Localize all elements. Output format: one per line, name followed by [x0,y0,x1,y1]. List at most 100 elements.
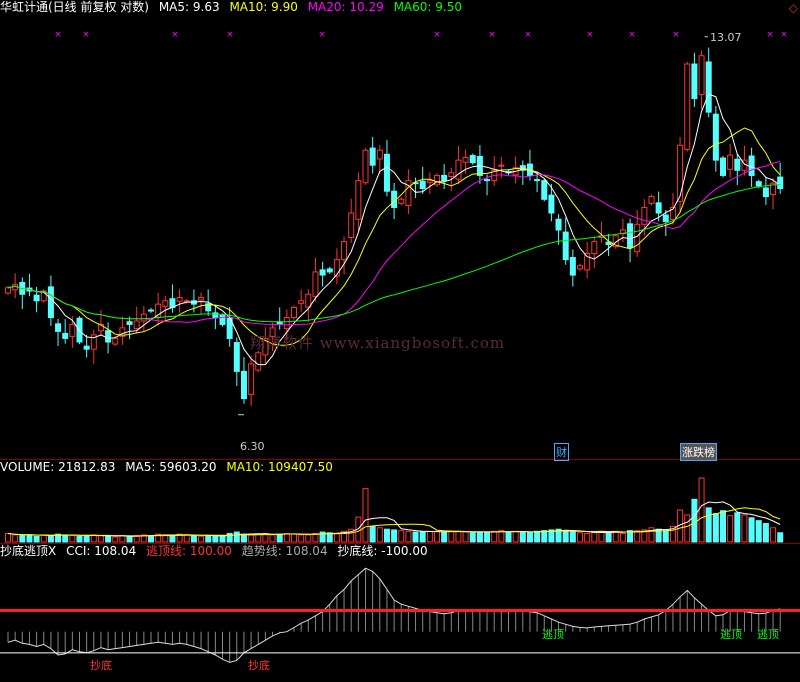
candle-body [298,300,305,304]
candle-body [662,214,669,222]
volume-bar [5,532,11,543]
cci-chart[interactable] [0,544,800,682]
volume-bar [212,535,219,543]
volume-bar [119,535,126,543]
candle-body [655,202,662,214]
volume-header: VOLUME: 21812.83 MA5: 59603.20 MA10: 109… [0,460,339,475]
volume-value: VOLUME: 21812.83 [0,460,116,474]
volume-bar [97,535,104,543]
volume-bar [691,498,698,543]
candle-body [534,179,541,182]
ma60-value: MA60: 9.50 [393,0,462,14]
volume-bar [183,534,190,543]
candle-body [369,147,376,166]
candle-body [198,297,205,301]
volume-bar [612,530,619,543]
volume-bar [591,532,598,543]
limit-tag[interactable]: 涨跌榜 [680,443,717,461]
candle-body [469,155,476,164]
volume-bar [519,531,526,543]
candle-body [548,194,555,214]
volume-bar [705,507,712,543]
volume-bar [605,531,612,543]
signal-mark: × [524,30,532,40]
candle-body [383,153,390,192]
candle-body [240,370,247,400]
volume-bar [426,530,433,543]
vol-ma10-value: MA10: 109407.50 [226,460,333,474]
candle-body [419,180,426,190]
volume-bar [255,533,262,543]
volume-bar [619,532,626,543]
candle-body [705,61,712,113]
candle-body [734,158,741,171]
low-label: 6.30 [240,440,265,453]
volume-bar [441,531,448,543]
candle-body [555,218,562,231]
chart-title: 华虹计通(日线 前复权 对数) [0,0,149,14]
volume-bar [712,513,719,543]
volume-bar [455,530,462,543]
escape-signal: 逃顶 [757,628,779,641]
candle-body [47,286,54,319]
volume-bar [505,531,512,543]
volume-bar [283,532,290,543]
finance-tag[interactable]: 财 [554,443,569,461]
candle-body [148,309,154,312]
volume-bar [469,532,476,543]
candle-body [498,164,505,167]
escape-signal: 逃顶 [720,628,742,641]
escape-signal: 逃顶 [542,628,564,641]
volume-bar [770,527,777,543]
volume-bar [169,535,176,543]
candle-body [712,113,719,161]
candle-body [484,179,491,182]
volume-bar [748,517,755,543]
ma20-value: MA20: 10.29 [307,0,384,14]
candle-body [569,257,576,276]
candle-body [641,206,648,225]
volume-bar [398,530,405,543]
volume-bar [40,534,47,543]
candle-body [291,306,297,319]
candle-body [69,323,76,337]
volume-bar [419,531,426,543]
candle-body [627,223,634,249]
candle-body [376,149,383,160]
stock-chart[interactable]: × × × × × × × × × × × × × 华虹计通(日线 前复权 对数) MA5: 9.63 … [0,0,800,682]
candle-body [341,241,348,261]
volume-bar [734,512,741,543]
volume-bar [741,514,748,543]
volume-bar [69,535,76,543]
indicator-header: 抄底逃顶X CCI: 108.04 逃顶线: 100.00 趋势线: 108.0… [0,544,434,559]
candle-body [362,149,369,184]
candle-body [727,154,734,170]
candle-body [355,180,362,220]
candle-body [233,342,240,372]
volume-bar [762,523,769,543]
close-icon[interactable]: ◇ [789,1,798,15]
candle-body [777,176,784,190]
volume-bar [391,529,398,543]
bottom-signal: 抄底 [248,659,270,672]
trend-line-value: 趋势线: 108.04 [241,544,328,558]
indicator-name: 抄底逃顶X [0,544,57,558]
volume-bar [248,534,255,543]
volume-bar [448,530,455,543]
candle-body [541,180,548,200]
vol-ma5-value: MA5: 59603.20 [125,460,217,474]
volume-bar [333,532,340,543]
candle-body [105,330,112,343]
candle-body [162,300,169,307]
ma5-line [7,93,781,366]
volume-bar [369,525,376,543]
price-chart[interactable]: × × × × × × × × × × × × × [0,0,800,460]
signal-mark: × [586,30,594,40]
signal-mark: × [171,30,179,40]
volume-bar [727,515,734,543]
volume-bar [662,530,669,543]
signal-mark: × [780,30,788,40]
signal-mark: × [488,30,496,40]
signal-mark: × [226,30,234,40]
candle-body [140,313,147,322]
